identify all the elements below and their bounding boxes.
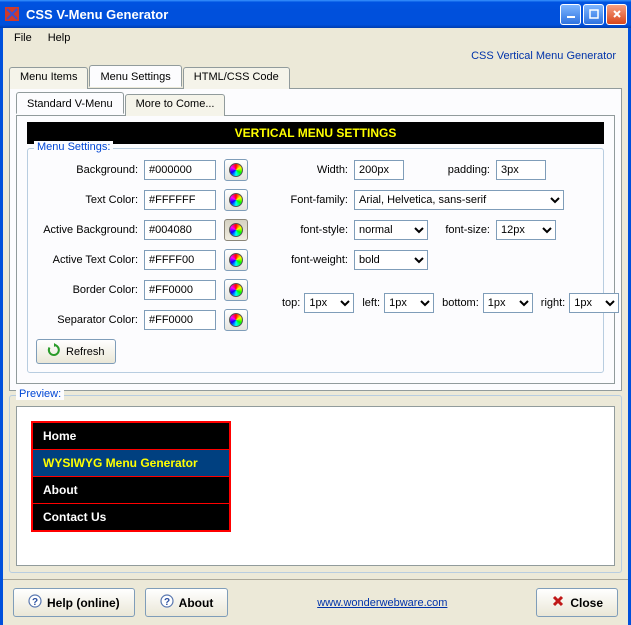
vertical-menu-preview: Home WYSIWYG Menu Generator About Contac… — [31, 421, 231, 532]
minimize-button[interactable] — [560, 4, 581, 25]
website-link[interactable]: www.wonderwebware.com — [317, 597, 447, 609]
titlebar: CSS V-Menu Generator — [0, 0, 631, 28]
input-text-color[interactable] — [144, 190, 216, 210]
svg-text:?: ? — [32, 597, 38, 608]
label-font-size: font-size: — [428, 224, 496, 236]
select-font-family[interactable]: Arial, Helvetica, sans-serif — [354, 190, 564, 210]
input-padding[interactable] — [496, 160, 546, 180]
label-left: left: — [362, 297, 380, 309]
help-label: Help (online) — [47, 596, 120, 610]
select-font-size[interactable]: 12px — [496, 220, 556, 240]
svg-text:?: ? — [164, 597, 170, 608]
input-width[interactable] — [354, 160, 404, 180]
preview-group: Preview: Home WYSIWYG Menu Generator Abo… — [9, 395, 622, 573]
settings-header: VERTICAL MENU SETTINGS — [27, 122, 604, 144]
tab-standard-vmenu[interactable]: Standard V-Menu — [16, 92, 124, 114]
preview-area: Home WYSIWYG Menu Generator About Contac… — [16, 406, 615, 566]
close-window-button[interactable] — [606, 4, 627, 25]
tab-menu-items[interactable]: Menu Items — [9, 67, 88, 89]
color-wheel-icon — [229, 253, 243, 267]
label-top: top: — [282, 297, 300, 309]
input-active-bg[interactable] — [144, 220, 216, 240]
menubar: File Help — [3, 28, 628, 48]
refresh-label: Refresh — [66, 346, 105, 358]
tab-html-css[interactable]: HTML/CSS Code — [183, 67, 290, 89]
menu-file[interactable]: File — [7, 30, 39, 46]
select-font-weight[interactable]: bold — [354, 250, 428, 270]
label-active-bg: Active Background: — [36, 224, 144, 236]
label-font-family: Font-family: — [282, 194, 354, 206]
close-button[interactable]: Close — [536, 588, 618, 617]
colorpicker-active-text[interactable] — [224, 249, 248, 271]
maximize-button[interactable] — [583, 4, 604, 25]
color-wheel-icon — [229, 193, 243, 207]
select-font-style[interactable]: normal — [354, 220, 428, 240]
colorpicker-text-color[interactable] — [224, 189, 248, 211]
label-font-style: font-style: — [282, 224, 354, 236]
menu-settings-group: Menu Settings: Background: Text Color: — [27, 148, 604, 373]
label-text-color: Text Color: — [36, 194, 144, 206]
vmenu-item[interactable]: WYSIWYG Menu Generator — [33, 450, 229, 477]
vmenu-item[interactable]: About — [33, 477, 229, 504]
label-font-weight: font-weight: — [282, 254, 354, 266]
select-border-top[interactable]: 1px — [304, 293, 354, 313]
label-padding: padding: — [404, 164, 496, 176]
help-online-button[interactable]: ? Help (online) — [13, 588, 135, 617]
subtitle: CSS Vertical Menu Generator — [3, 48, 628, 66]
color-wheel-icon — [229, 223, 243, 237]
colorpicker-active-bg[interactable] — [224, 219, 248, 241]
colorpicker-sep-color[interactable] — [224, 309, 248, 331]
sub-tabs: Standard V-Menu More to Come... — [16, 94, 615, 116]
input-border-color[interactable] — [144, 280, 216, 300]
tab-menu-settings[interactable]: Menu Settings — [89, 65, 181, 87]
about-button[interactable]: ? About — [145, 588, 229, 617]
label-width: Width: — [282, 164, 354, 176]
input-background[interactable] — [144, 160, 216, 180]
colorpicker-background[interactable] — [224, 159, 248, 181]
bottom-bar: ? Help (online) ? About www.wonderwebwar… — [3, 579, 628, 625]
about-label: About — [179, 596, 214, 610]
close-label: Close — [570, 596, 603, 610]
main-tabs: Menu Items Menu Settings HTML/CSS Code — [9, 67, 622, 89]
label-active-text: Active Text Color: — [36, 254, 144, 266]
preview-legend: Preview: — [16, 388, 64, 400]
input-sep-color[interactable] — [144, 310, 216, 330]
menu-settings-legend: Menu Settings: — [34, 141, 113, 153]
select-border-bottom[interactable]: 1px — [483, 293, 533, 313]
select-border-left[interactable]: 1px — [384, 293, 434, 313]
help-icon: ? — [160, 594, 174, 611]
menu-help[interactable]: Help — [41, 30, 78, 46]
refresh-button[interactable]: Refresh — [36, 339, 116, 364]
color-wheel-icon — [229, 163, 243, 177]
label-right: right: — [541, 297, 565, 309]
tab-more-to-come[interactable]: More to Come... — [125, 94, 226, 116]
window-title: CSS V-Menu Generator — [26, 7, 560, 22]
vmenu-item[interactable]: Contact Us — [33, 504, 229, 530]
refresh-icon — [47, 343, 61, 360]
app-icon — [4, 6, 20, 22]
color-wheel-icon — [229, 313, 243, 327]
input-active-text[interactable] — [144, 250, 216, 270]
color-wheel-icon — [229, 283, 243, 297]
help-icon: ? — [28, 594, 42, 611]
close-icon — [551, 594, 565, 611]
label-background: Background: — [36, 164, 144, 176]
select-border-right[interactable]: 1px — [569, 293, 619, 313]
colorpicker-border-color[interactable] — [224, 279, 248, 301]
label-border-color: Border Color: — [36, 284, 144, 296]
label-sep-color: Separator Color: — [36, 314, 144, 326]
vmenu-item[interactable]: Home — [33, 423, 229, 450]
label-bottom: bottom: — [442, 297, 479, 309]
